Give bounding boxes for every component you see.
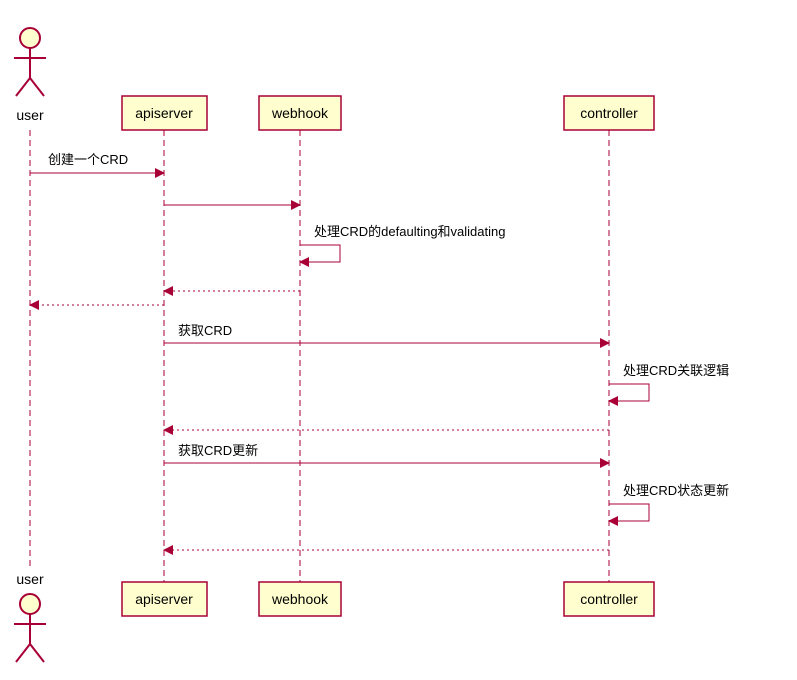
msg-controller-self2	[609, 504, 649, 521]
participant-webhook-top: webhook	[259, 96, 341, 130]
msg-webhook-self-label: 处理CRD的defaulting和validating	[314, 224, 505, 239]
participant-webhook-label-top: webhook	[271, 105, 329, 121]
participant-apiserver-top: apiserver	[122, 96, 207, 130]
participant-controller-top: controller	[564, 96, 654, 130]
actor-user-label-top: user	[16, 107, 44, 123]
msg-controller-self1-label: 处理CRD关联逻辑	[623, 363, 729, 378]
participant-webhook-label-bottom: webhook	[271, 591, 329, 607]
actor-user-label-bottom: user	[16, 571, 44, 587]
participant-apiserver-bottom: apiserver	[122, 582, 207, 616]
sequence-diagram: user apiserver webhook controller 创建一个CR…	[0, 0, 797, 680]
participant-apiserver-label-top: apiserver	[135, 105, 193, 121]
msg-get-crd-label: 获取CRD	[178, 323, 232, 338]
actor-user-bottom: user	[14, 571, 46, 662]
actor-user-top: user	[14, 28, 46, 123]
participant-controller-bottom: controller	[564, 582, 654, 616]
participant-apiserver-label-bottom: apiserver	[135, 591, 193, 607]
msg-get-crd-update-label: 获取CRD更新	[178, 443, 258, 458]
msg-controller-self1	[609, 384, 649, 401]
participant-webhook-bottom: webhook	[259, 582, 341, 616]
msg-controller-self2-label: 处理CRD状态更新	[623, 483, 729, 498]
participant-controller-label-top: controller	[580, 105, 638, 121]
msg-webhook-self	[300, 245, 340, 262]
msg-create-crd-label: 创建一个CRD	[48, 152, 128, 167]
participant-controller-label-bottom: controller	[580, 591, 638, 607]
